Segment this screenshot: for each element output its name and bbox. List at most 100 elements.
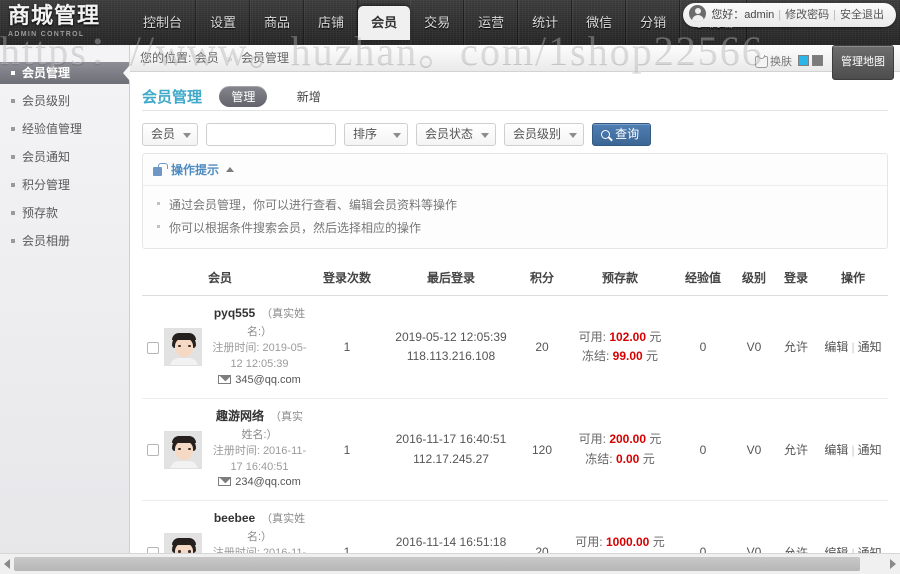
sidebar-item-label: 会员管理	[22, 66, 70, 80]
horizontal-scrollbar[interactable]	[0, 553, 900, 574]
sidebar-item-3[interactable]: 会员通知	[0, 146, 129, 168]
table-row: 趣游网络（真实姓名:）注册时间: 2016-11-17 16:40:51234@…	[142, 398, 888, 501]
sidebar-item-2[interactable]: 经验值管理	[0, 118, 129, 140]
member-email: 345@qq.com	[235, 374, 301, 386]
nav-item-9[interactable]: 分销	[626, 0, 680, 45]
members-table-wrapper: 会员登录次数最后登录积分预存款经验值级别登录操作 pyq555（真实姓名:）注册…	[142, 261, 888, 553]
member-register-time: 注册时间: 2016-11-14 16:51:18	[211, 546, 308, 553]
app-logo: 商城管理 ADMIN CONTROL	[8, 4, 126, 38]
member-cell: beebee（真实姓名:）注册时间: 2016-11-14 16:51:1812…	[164, 501, 308, 553]
sort-select[interactable]: 排序	[344, 123, 408, 146]
nav-item-8[interactable]: 微信	[572, 0, 626, 45]
avatar	[164, 431, 202, 469]
breadcrumb-item-1[interactable]: 会员管理	[241, 51, 289, 65]
member-realname: （真实姓名:）	[247, 513, 305, 543]
scrollbar-thumb[interactable]	[14, 557, 860, 571]
sidebar-item-0[interactable]: 会员管理	[0, 62, 129, 84]
nav-item-7[interactable]: 统计	[518, 0, 572, 45]
logo-title: 商城管理	[8, 4, 126, 30]
top-header-bar: 商城管理 ADMIN CONTROL 控制台设置商品店铺会员交易运营统计微信分销…	[0, 0, 900, 45]
search-button[interactable]: 查询	[592, 123, 651, 146]
member-realname: （真实姓名:）	[247, 308, 305, 338]
nav-item-3[interactable]: 店铺	[304, 0, 358, 45]
level-select[interactable]: 会员级别	[504, 123, 584, 146]
bullet-icon	[11, 183, 15, 187]
operations-cell: 编辑| 通知	[818, 296, 888, 399]
scroll-right-arrow-icon[interactable]	[890, 559, 896, 569]
nav-item-4[interactable]: 会员	[358, 6, 410, 40]
member-cell: pyq555（真实姓名:）注册时间: 2019-05-12 12:05:3934…	[164, 296, 308, 399]
main-content: 会员管理 管理 新增 会员排序会员状态会员级别查询 操作提示 通过会员管理，你可…	[130, 72, 900, 553]
row-checkbox[interactable]	[147, 444, 159, 456]
change-password-link[interactable]: 修改密码	[785, 9, 829, 21]
nav-item-6[interactable]: 运营	[464, 0, 518, 45]
login-allowed-cell: 允许	[774, 501, 818, 553]
edit-link[interactable]: 编辑	[824, 340, 848, 354]
available-label: 可用:	[575, 535, 602, 549]
sidebar-item-1[interactable]: 会员级别	[0, 90, 129, 112]
experience-cell: 0	[672, 501, 734, 553]
row-checkbox[interactable]	[147, 342, 159, 354]
page-header: 会员管理 管理 新增	[130, 72, 900, 104]
member-register-time: 注册时间: 2019-05-12 12:05:39	[211, 341, 308, 373]
notify-link[interactable]: 通知	[858, 546, 882, 553]
column-header-6: 级别	[734, 261, 774, 296]
row-checkbox-cell	[142, 296, 164, 399]
member-username[interactable]: 趣游网络	[216, 409, 264, 423]
mail-icon	[218, 477, 231, 486]
login-allowed-cell: 允许	[774, 398, 818, 501]
column-header-7: 登录	[774, 261, 818, 296]
breadcrumb-item-0[interactable]: 会员	[195, 51, 219, 65]
notify-link[interactable]: 通知	[858, 443, 882, 457]
collapse-caret-icon[interactable]	[226, 167, 234, 172]
sidebar-item-label: 会员相册	[22, 234, 70, 248]
experience-cell: 0	[672, 296, 734, 399]
nav-item-1[interactable]: 设置	[196, 0, 250, 45]
points-cell: 20	[516, 501, 568, 553]
manage-map-button[interactable]: 管理地图	[832, 45, 894, 80]
scroll-left-arrow-icon[interactable]	[4, 559, 10, 569]
member-username[interactable]: beebee	[214, 511, 255, 525]
member-email: 234@qq.com	[235, 476, 301, 488]
nav-item-2[interactable]: 商品	[250, 0, 304, 45]
sidebar-item-6[interactable]: 会员相册	[0, 230, 129, 252]
edit-link[interactable]: 编辑	[824, 546, 848, 553]
tips-panel: 操作提示 通过会员管理，你可以进行查看、编辑会员资料等操作你可以根据条件搜索会员…	[142, 153, 888, 249]
bullet-icon	[11, 127, 15, 131]
available-amount: 200.00	[609, 432, 646, 446]
login-count-cell: 1	[308, 398, 386, 501]
logout-link[interactable]: 安全退出	[840, 9, 884, 21]
last-login-cell: 2016-11-17 16:40:51112.17.245.27	[386, 398, 516, 501]
nav-item-5[interactable]: 交易	[410, 0, 464, 45]
nav-item-0[interactable]: 控制台	[130, 0, 196, 45]
search-input[interactable]	[206, 123, 336, 146]
member-username[interactable]: pyq555	[214, 306, 255, 320]
tip-line-text: 你可以根据条件搜索会员，然后选择相应的操作	[169, 221, 421, 235]
status-select[interactable]: 会员状态	[416, 123, 496, 146]
skin-swatch-blue[interactable]	[798, 55, 809, 66]
user-icon	[689, 5, 706, 22]
tip-line-0: 通过会员管理，你可以进行查看、编辑会员资料等操作	[143, 193, 887, 216]
experience-cell: 0	[672, 398, 734, 501]
column-header-4: 预存款	[568, 261, 672, 296]
edit-link[interactable]: 编辑	[824, 443, 848, 457]
op-separator: |	[851, 340, 854, 354]
member-type-select[interactable]: 会员	[142, 123, 198, 146]
skin-label[interactable]: 换肤	[770, 56, 792, 68]
chevron-down-icon	[481, 133, 489, 138]
sidebar-item-5[interactable]: 预存款	[0, 202, 129, 224]
sidebar-item-4[interactable]: 积分管理	[0, 174, 129, 196]
tips-body: 通过会员管理，你可以进行查看、编辑会员资料等操作你可以根据条件搜索会员，然后选择…	[143, 185, 887, 248]
login-allowed-cell: 允许	[774, 296, 818, 399]
notify-link[interactable]: 通知	[858, 340, 882, 354]
sidebar-item-label: 积分管理	[22, 178, 70, 192]
user-greeting: 您好：admin	[711, 9, 774, 21]
tab-new[interactable]: 新增	[285, 86, 333, 107]
column-header-1: 登录次数	[308, 261, 386, 296]
column-header-0: 会员	[164, 261, 308, 296]
prepaid-cell: 可用: 200.00 元冻结: 0.00 元	[568, 398, 672, 501]
tab-manage[interactable]: 管理	[219, 86, 267, 107]
points-cell: 120	[516, 398, 568, 501]
level-cell: V0	[734, 501, 774, 553]
skin-swatch-gray[interactable]	[812, 55, 823, 66]
